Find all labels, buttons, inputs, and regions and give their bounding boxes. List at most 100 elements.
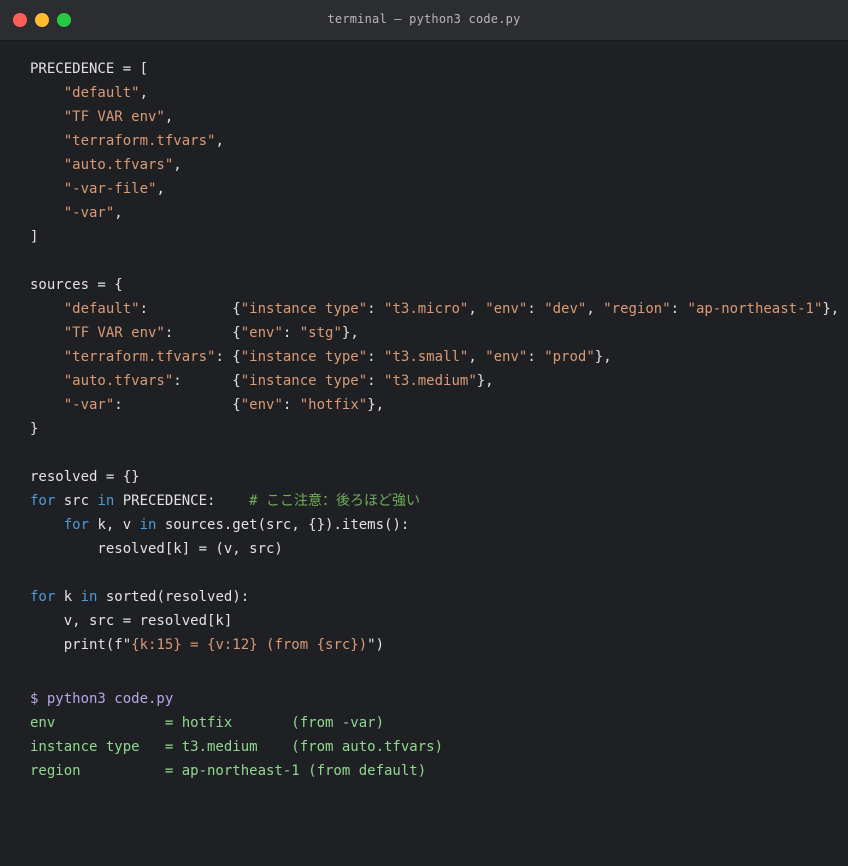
code-token: , [586,301,604,317]
code-token: } [30,421,39,437]
string-token: "ap-northeast-1" [687,301,823,317]
code-token: k, v [89,517,140,533]
code-token: print(f" [30,637,132,653]
code-token: : { [215,349,241,365]
code-token: : [670,301,688,317]
code-token: sources = { [30,277,123,293]
string-token: "t3.micro" [384,301,469,317]
code-line: print(f"{k:15} = {v:12} (from {src})") [30,633,840,657]
keyword-token: for [30,493,56,509]
code-token: : { [114,397,241,413]
code-line: "TF VAR env": {"env": "stg"}, [30,321,840,345]
string-token: "-var" [63,397,115,413]
code-line: PRECEDENCE = [ [30,57,840,81]
code-token: resolved = {} [30,469,140,485]
code-line: "-var", [30,201,840,225]
code-listing: PRECEDENCE = [ "default", "TF VAR env", … [30,57,840,657]
string-token: "dev" [544,301,587,317]
code-line: for k, v in sources.get(src, {}).items()… [30,513,840,537]
command-prompt: $ python3 code.py [30,691,174,707]
code-token: k [55,589,81,605]
string-token: "region" [603,301,671,317]
string-token: "auto.tfvars" [63,157,174,173]
keyword-token: in [139,517,157,533]
code-line: "TF VAR env", [30,105,840,129]
keyword-token: in [97,493,115,509]
code-token: : [527,349,545,365]
window-title: terminal — python3 code.py [327,12,521,26]
code-token: : { [164,325,241,341]
string-token: "terraform.tfvars" [63,133,216,149]
code-token: : [527,301,545,317]
string-token: "instance type" [240,301,368,317]
string-token: {k:15} = {v:12} (from {src}) [131,637,368,653]
code-token: }, [822,301,840,317]
code-line: "auto.tfvars", [30,153,840,177]
string-token: "env" [485,301,528,317]
code-line: "default", [30,81,840,105]
code-line: for k in sorted(resolved): [30,585,840,609]
code-token: , [156,181,165,197]
title-bar: terminal — python3 code.py [0,0,848,41]
code-token: ") [367,637,385,653]
code-token: : { [139,301,241,317]
code-token: , [215,133,224,149]
terminal-window: terminal — python3 code.py PRECEDENCE = … [0,0,848,866]
code-token: }, [367,397,385,413]
code-token: }, [594,349,612,365]
string-token: "TF VAR env" [63,325,165,341]
code-token: PRECEDENCE = [ [30,61,149,77]
code-token: , [114,205,123,221]
code-line: "terraform.tfvars": {"instance type": "t… [30,345,840,369]
code-token: : [367,301,385,317]
string-token: "env" [240,325,283,341]
output-line: env = hotfix (from -var) [30,715,385,731]
code-line: } [30,417,840,441]
code-line: resolved = {} [30,465,840,489]
code-token: : [282,325,300,341]
code-token: , [468,301,486,317]
code-token: , [468,349,486,365]
code-token: }, [341,325,359,341]
code-token: sorted(resolved): [97,589,250,605]
code-line: "-var-file", [30,177,840,201]
code-token: , [139,85,149,101]
string-token: "default" [63,85,140,101]
code-token: resolved[k] = (v, src) [30,541,283,557]
code-line: "terraform.tfvars", [30,129,840,153]
code-token: }, [476,373,494,389]
string-token: "t3.small" [384,349,469,365]
string-token: "instance type" [240,349,368,365]
output-line: region = ap-northeast-1 (from default) [30,763,427,779]
string-token: "t3.medium" [384,373,477,389]
code-line: "-var": {"env": "hotfix"}, [30,393,840,417]
string-token: "auto.tfvars" [63,373,174,389]
string-token: "env" [240,397,283,413]
string-token: "instance type" [240,373,368,389]
code-line: ] [30,225,840,249]
string-token: "hotfix" [299,397,368,413]
code-line: "auto.tfvars": {"instance type": "t3.med… [30,369,840,393]
code-token: v, src = resolved[k] [30,613,233,629]
string-token: "TF VAR env" [63,109,165,125]
code-token: , [164,109,174,125]
code-token: ] [30,229,39,245]
string-token: "default" [63,301,140,317]
output-line: instance type = t3.medium (from auto.tfv… [30,739,444,755]
string-token: "-var-file" [63,181,157,197]
code-line: resolved[k] = (v, src) [30,537,840,561]
code-line: for src in PRECEDENCE: # ここ注意：後ろほど強い [30,489,840,513]
string-token: "terraform.tfvars" [63,349,216,365]
code-token: src [55,493,98,509]
code-line: sources = { [30,273,840,297]
